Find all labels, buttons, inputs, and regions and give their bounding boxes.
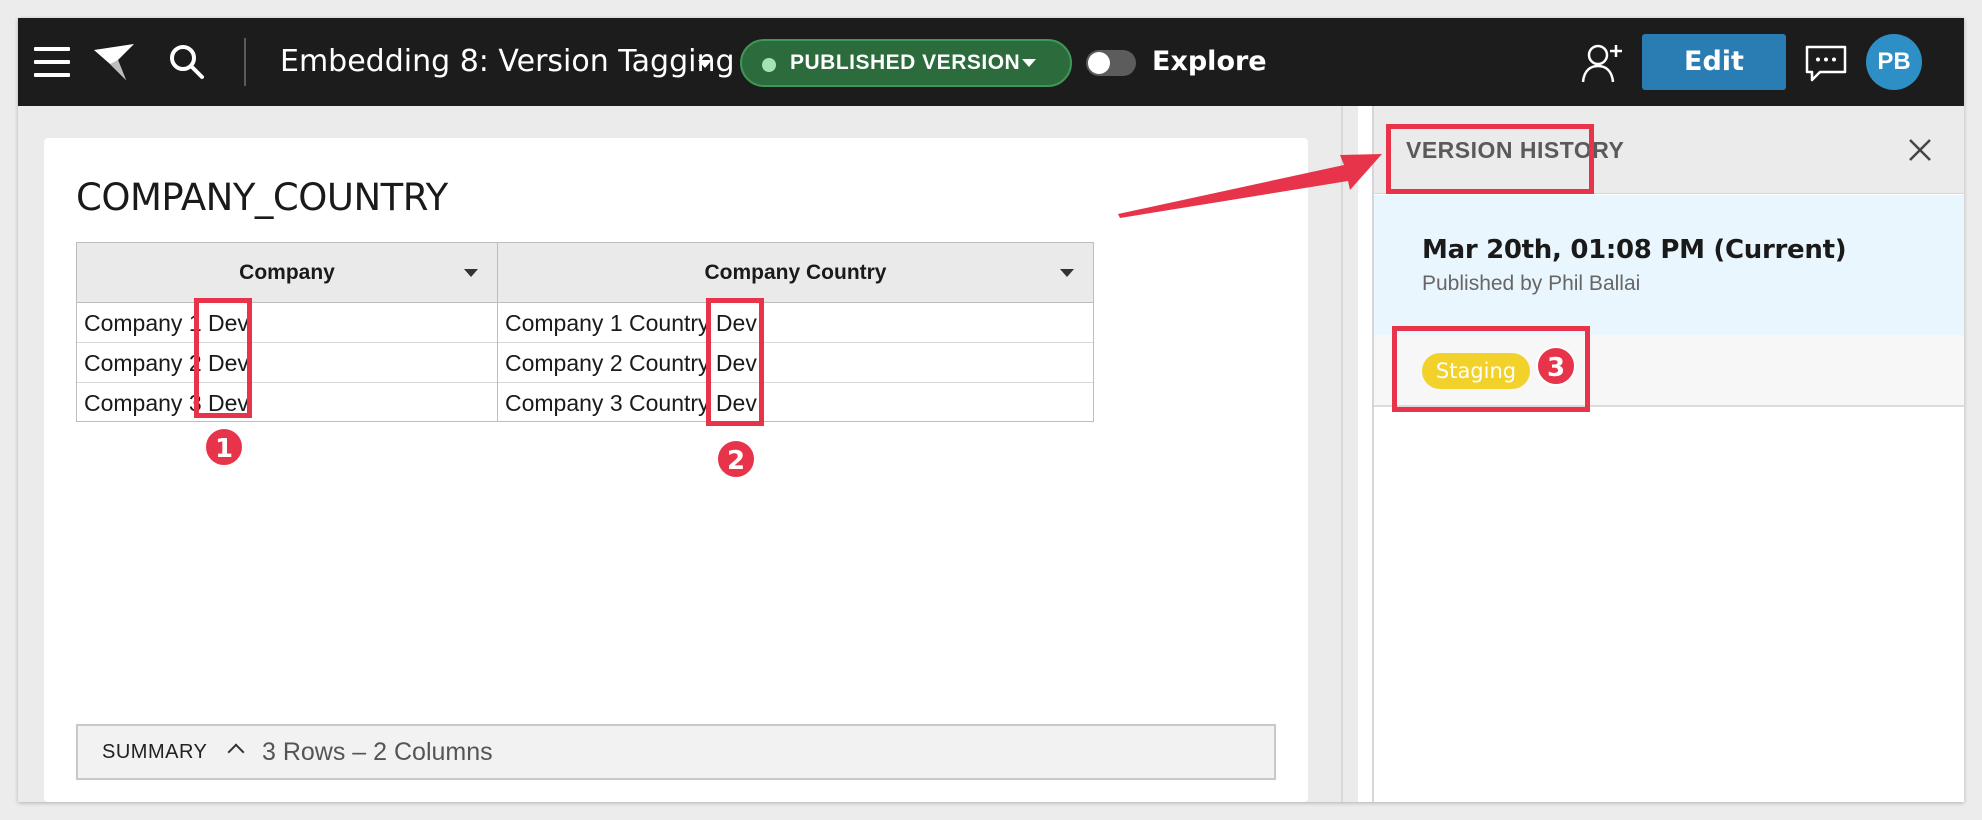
annotation-badge-2: 2 <box>716 439 756 479</box>
version-history-panel: VERSION HISTORY Mar 20th, 01:08 PM (Curr… <box>1372 106 1964 802</box>
app-window: Embedding 8: Version Tagging PUBLISHED V… <box>18 18 1964 802</box>
search-icon[interactable] <box>168 43 206 81</box>
edit-button[interactable]: Edit <box>1642 34 1786 90</box>
published-version-pill[interactable]: PUBLISHED VERSION <box>740 39 1072 87</box>
published-version-label: PUBLISHED VERSION <box>790 51 1021 74</box>
close-icon[interactable] <box>1906 136 1934 164</box>
table-cell[interactable]: Company 2 Dev <box>77 343 497 383</box>
column-header-company[interactable]: Company <box>77 243 497 303</box>
version-date: Mar 20th, 01:08 PM (Current) <box>1422 235 1847 265</box>
add-user-icon[interactable] <box>1580 40 1626 86</box>
table-header: Company Company Country <box>77 243 1093 303</box>
title-chevron-down-icon[interactable] <box>698 60 712 68</box>
menu-icon[interactable] <box>34 47 70 77</box>
summary-label: SUMMARY <box>102 741 208 763</box>
annotation-badge-1: 1 <box>204 427 244 467</box>
topbar-divider <box>244 38 246 86</box>
annotation-badge-3: 3 <box>1536 346 1576 386</box>
explore-label: Explore <box>1152 46 1267 77</box>
table-cell[interactable]: Company 1 Country Dev <box>498 303 1093 343</box>
table-cell[interactable]: Company 3 Country Dev <box>498 383 1093 423</box>
canvas-scroll-divider <box>1341 106 1343 802</box>
annotation-box-1 <box>194 298 252 418</box>
chevron-up-icon[interactable] <box>227 743 245 761</box>
sigma-logo[interactable] <box>90 38 140 84</box>
pill-chevron-down-icon <box>1022 59 1036 67</box>
table-cell[interactable]: Company 1 Dev <box>77 303 497 343</box>
column-header-company-country[interactable]: Company Country <box>498 243 1093 303</box>
annotation-box-2 <box>706 298 764 426</box>
chat-icon[interactable] <box>1804 44 1848 84</box>
user-avatar[interactable]: PB <box>1866 34 1922 90</box>
status-dot-icon <box>762 58 776 72</box>
column-menu-chevron-icon[interactable] <box>1060 269 1074 277</box>
table-card <box>44 138 1308 802</box>
document-title[interactable]: Embedding 8: Version Tagging <box>280 42 735 82</box>
summary-bar[interactable]: SUMMARY 3 Rows – 2 Columns <box>76 724 1276 780</box>
summary-text: 3 Rows – 2 Columns <box>262 738 493 766</box>
column-menu-chevron-icon[interactable] <box>464 269 478 277</box>
table-title: COMPANY_COUNTRY <box>76 176 448 219</box>
column-divider <box>497 243 498 421</box>
table-cell[interactable]: Company 3 Dev <box>77 383 497 423</box>
annotation-box-version-history <box>1386 124 1594 194</box>
top-bar: Embedding 8: Version Tagging PUBLISHED V… <box>18 18 1964 106</box>
explore-toggle[interactable] <box>1086 50 1136 76</box>
toggle-knob <box>1088 52 1110 74</box>
table-cell[interactable]: Company 2 Country Dev <box>498 343 1093 383</box>
version-author: Published by Phil Ballai <box>1422 272 1641 295</box>
